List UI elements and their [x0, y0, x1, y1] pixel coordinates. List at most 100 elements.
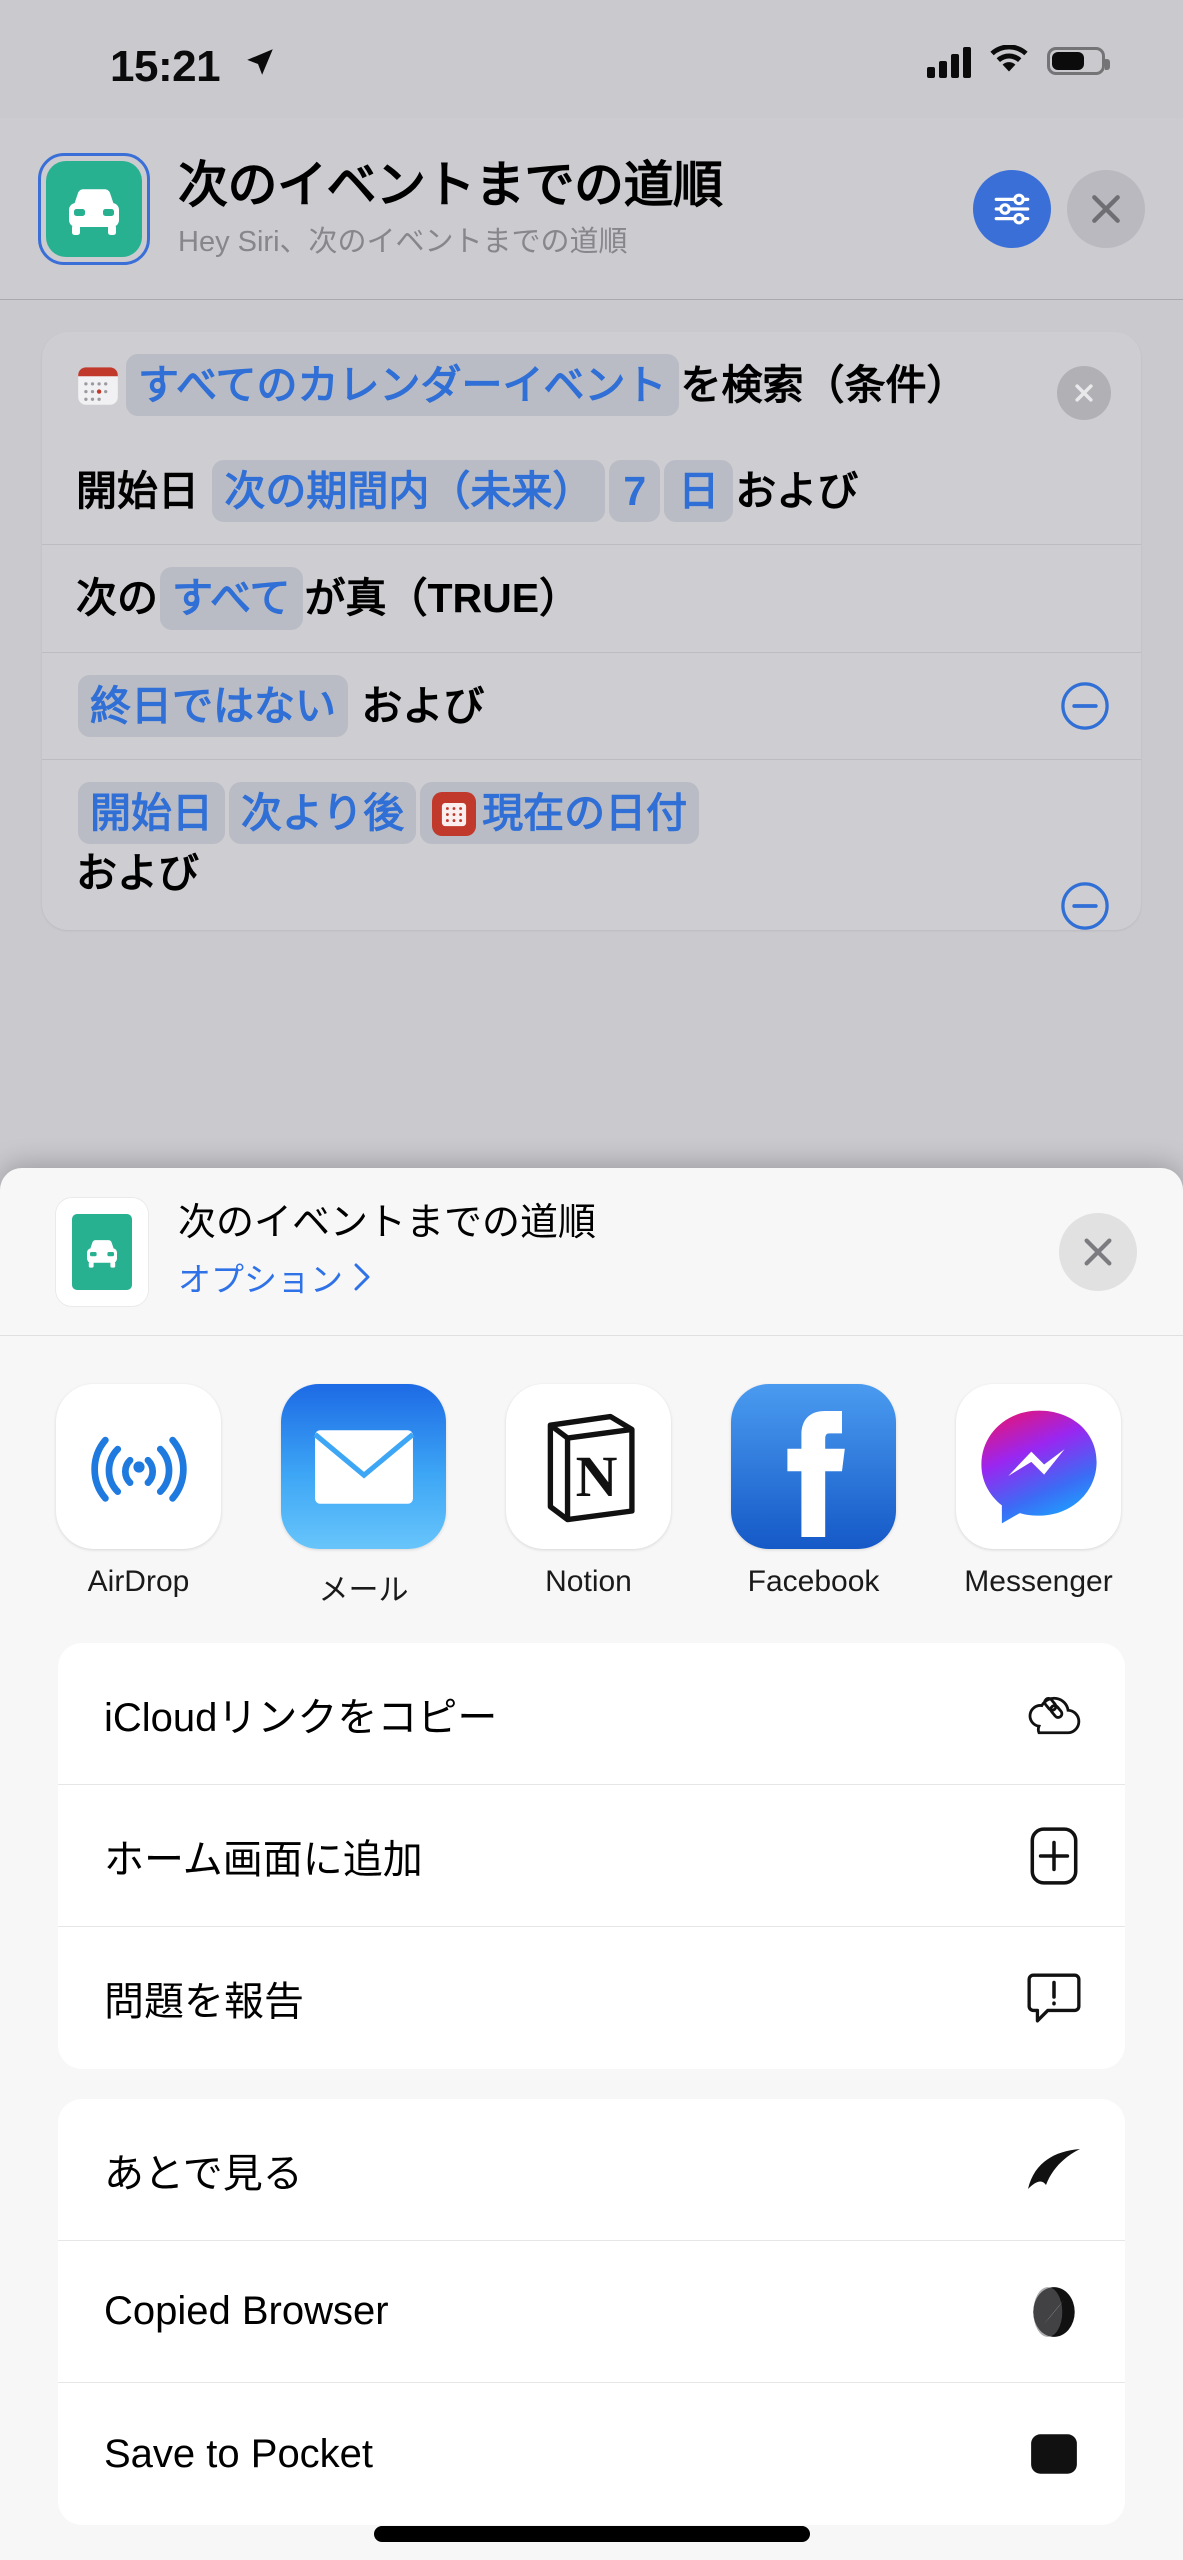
find-calendar-events-card[interactable]: すべてのカレンダーイベント を検索（条件） 開始日 次の期間内（未来） 7 日および: [42, 332, 1141, 931]
share-action-label: iCloudリンクをコピー: [104, 1695, 498, 1740]
shortcut-editor-header: 次のイベントまでの道順 Hey Siri、次のイベントまでの道順: [0, 118, 1183, 300]
settings-button[interactable]: [973, 169, 1051, 248]
action-text: 終日ではない および: [76, 674, 1107, 737]
action-text: 開始日 次より後 現在の日付および: [76, 781, 1107, 902]
current-date-icon: [432, 791, 477, 836]
action-row-not-allday[interactable]: 終日ではない および: [42, 651, 1141, 759]
settings-sliders-icon: [994, 193, 1030, 224]
add-to-homescreen-icon: [1023, 1825, 1085, 1887]
remove-condition-button[interactable]: [1059, 680, 1111, 732]
location-arrow-icon: [247, 49, 273, 75]
token-all-calendar-events[interactable]: すべてのカレンダーイベント: [126, 354, 679, 417]
share-target-messenger[interactable]: Messenger: [956, 1384, 1121, 1609]
messenger-icon: [956, 1384, 1121, 1549]
token-within-next-future[interactable]: 次の期間内（未来）: [212, 460, 606, 523]
token-days-unit[interactable]: 日: [664, 460, 734, 523]
label-next: 次の: [76, 575, 158, 622]
share-action-add-to-home-screen[interactable]: ホーム画面に追加: [58, 1785, 1125, 1927]
share-target-label: Messenger: [964, 1565, 1113, 1598]
share-target-mail[interactable]: メール: [281, 1384, 446, 1609]
remove-condition-button[interactable]: [1059, 880, 1111, 932]
remove-action-button[interactable]: [1057, 366, 1111, 420]
shortcut-action-list: すべてのカレンダーイベント を検索（条件） 開始日 次の期間内（未来） 7 日および: [0, 300, 1183, 1200]
share-action-label: 問題を報告: [104, 1980, 304, 2024]
conjunction-and: および: [361, 682, 485, 729]
action-text: 次の すべて が真（TRUE）: [76, 567, 1107, 630]
share-action-group-1: iCloudリンクをコピー ホーム画面に追加 問題を報告: [58, 1643, 1125, 2069]
token-all[interactable]: すべて: [160, 567, 303, 630]
close-icon: [1084, 1238, 1112, 1265]
share-action-label: あとで見る: [104, 2151, 303, 2196]
token-is-after[interactable]: 次より後: [229, 781, 417, 845]
token-current-date[interactable]: 現在の日付: [420, 781, 700, 845]
action-row-find-events[interactable]: すべてのカレンダーイベント を検索（条件）: [42, 332, 1141, 438]
share-action-label: Copied Browser: [104, 2289, 389, 2333]
token-current-date-label: 現在の日付: [482, 789, 688, 836]
close-icon: [1092, 194, 1120, 223]
notion-icon: N: [506, 1384, 671, 1549]
safari-compass-icon: [1023, 2281, 1085, 2343]
share-targets-row[interactable]: AirDrop メール N Notion Facebook Messenger: [0, 1336, 1183, 1643]
phone-screen: 15:21 次のイベントまでの道順 Hey Siri、次のイベントまでの道順 す…: [0, 0, 1183, 2560]
close-share-sheet-button[interactable]: [1059, 1212, 1137, 1291]
action-row-start-after-now[interactable]: 開始日 次より後 現在の日付および: [42, 758, 1141, 930]
status-bar: 15:21: [0, 0, 1183, 118]
share-sheet-header: 次のイベントまでの道順 オプション: [0, 1168, 1183, 1336]
share-action-copy-icloud-link[interactable]: iCloudリンクをコピー: [58, 1643, 1125, 1785]
label-is-true: が真（TRUE）: [304, 575, 581, 622]
shared-item-icon: [56, 1197, 148, 1306]
home-indicator: [373, 2526, 810, 2542]
wifi-icon: [990, 45, 1028, 72]
status-bar-indicators: [927, 44, 1110, 78]
share-target-label: AirDrop: [87, 1565, 190, 1598]
action-row-start-date-filter[interactable]: 開始日 次の期間内（未来） 7 日および: [42, 438, 1141, 544]
svg-text:N: N: [575, 1443, 617, 1508]
share-action-copied-browser[interactable]: Copied Browser: [58, 2241, 1125, 2383]
share-target-label: メール: [318, 1574, 409, 1607]
token-days-count[interactable]: 7: [609, 460, 661, 523]
close-icon: [1075, 384, 1093, 402]
header-text-block: 次のイベントまでの道順 Hey Siri、次のイベントまでの道順: [150, 158, 957, 260]
action-text: 開始日 次の期間内（未来） 7 日および: [76, 460, 1107, 523]
mail-icon: [281, 1384, 446, 1549]
share-target-label: Facebook: [747, 1565, 880, 1598]
icloud-link-icon: [1023, 1683, 1085, 1745]
share-action-label: ホーム画面に追加: [104, 1837, 423, 1882]
token-start-date[interactable]: 開始日: [78, 781, 225, 845]
cellular-bars-icon: [927, 44, 971, 78]
pocket-icon: [1023, 2423, 1085, 2485]
action-row-all-true[interactable]: 次の すべて が真（TRUE）: [42, 544, 1141, 651]
label-start-date: 開始日: [76, 468, 199, 515]
chevron-right-icon: [354, 1263, 370, 1291]
airdrop-icon: [56, 1384, 221, 1549]
battery-icon: [1047, 47, 1110, 75]
share-sheet: 次のイベントまでの道順 オプション AirDrop メール N Notion F…: [0, 1168, 1183, 2560]
share-sheet-text-block: 次のイベントまでの道順 オプション: [148, 1202, 1059, 1302]
calendar-app-icon: [78, 367, 118, 405]
share-target-notion[interactable]: N Notion: [506, 1384, 671, 1609]
share-target-airdrop[interactable]: AirDrop: [56, 1384, 221, 1609]
token-not-all-day[interactable]: 終日ではない: [78, 674, 348, 737]
share-target-facebook[interactable]: Facebook: [731, 1384, 896, 1609]
status-bar-time: 15:21: [110, 42, 221, 91]
page-title: 次のイベントまでの道順: [178, 156, 723, 213]
shortcut-icon-wrapper[interactable]: [38, 152, 150, 265]
share-options-link[interactable]: オプション: [178, 1253, 1059, 1301]
share-target-label: Notion: [545, 1565, 632, 1598]
share-action-read-later[interactable]: あとで見る: [58, 2099, 1125, 2241]
car-icon: [72, 1213, 132, 1290]
report-problem-icon: [1023, 1967, 1085, 2029]
share-item-title: 次のイベントまでの道順: [178, 1201, 597, 1244]
share-action-report-problem[interactable]: 問題を報告: [58, 1927, 1125, 2069]
close-editor-button[interactable]: [1067, 169, 1145, 248]
action-text: すべてのカレンダーイベント を検索（条件）: [76, 354, 1107, 417]
conjunction-and: および: [76, 850, 199, 897]
share-action-save-to-pocket[interactable]: Save to Pocket: [58, 2383, 1125, 2525]
action-suffix-text: を検索（条件）: [680, 362, 968, 408]
car-icon: [46, 160, 142, 257]
share-action-group-2: あとで見る Copied Browser Save to Pocket: [58, 2099, 1125, 2525]
facebook-icon: [731, 1384, 896, 1549]
conjunction-and: および: [735, 468, 859, 515]
read-later-icon: [1023, 2139, 1085, 2201]
share-options-label: オプション: [178, 1261, 343, 1299]
